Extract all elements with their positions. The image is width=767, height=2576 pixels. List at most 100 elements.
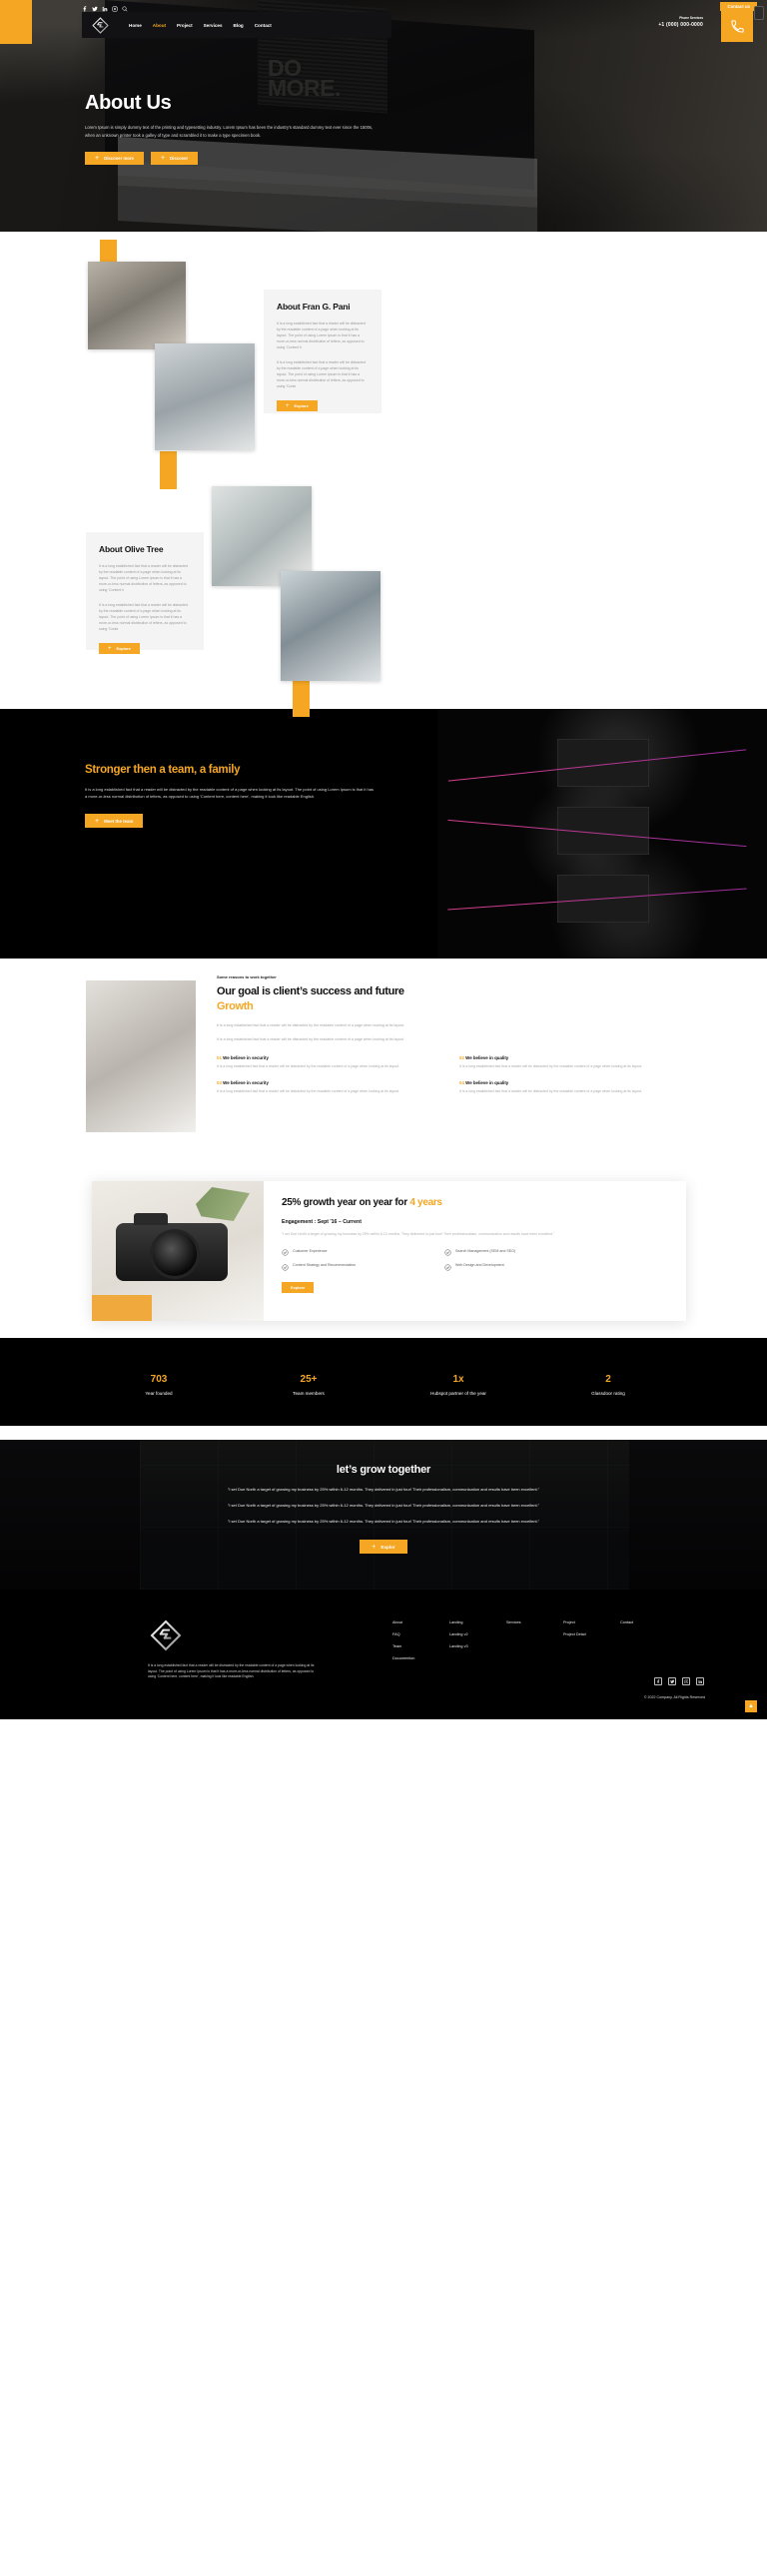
goal-item-heading: 02 We believe in quality: [459, 1055, 684, 1060]
growth-title: 25% growth year on year for 4 years: [282, 1195, 671, 1210]
nav-item-home[interactable]: Home: [129, 23, 142, 28]
about-olive-card: About Olive Tree It is a long establishe…: [86, 532, 204, 654]
nav-item-project[interactable]: Project: [177, 23, 193, 28]
growth-section: 25% growth year on year for 4 years Enga…: [0, 1173, 767, 1338]
goal-item-text: It is a long established fact that a rea…: [459, 1088, 643, 1093]
footer-link-landing-v3[interactable]: Landing v3: [449, 1644, 506, 1648]
stat-item: 703 Year founded: [84, 1374, 234, 1397]
goal-item-title: We believe in quality: [465, 1079, 509, 1085]
growth-feature: Content Strategy and Recommendation: [282, 1263, 428, 1271]
goal-item-number: 03: [217, 1079, 222, 1085]
footer-column: Landing Landing v2 Landing v3: [449, 1620, 506, 1668]
goal-item-text: It is a long established fact that a rea…: [459, 1064, 643, 1068]
tape-accent: [293, 679, 310, 717]
grow-quote: "I set Due North a target of growing my …: [227, 1519, 540, 1524]
about-olive-title: About Olive Tree: [99, 544, 164, 554]
section-divider: [0, 1426, 767, 1440]
about-fran-explore-label: Explore: [294, 403, 309, 408]
about-olive-paragraph-1: It is a long established fact that a rea…: [99, 564, 188, 592]
check-circle-icon: [282, 1249, 289, 1256]
grow-title: let’s grow together: [336, 1464, 431, 1476]
goal-paragraph-2: It is a long established fact that a rea…: [217, 1037, 404, 1041]
stat-label: Team members: [293, 1390, 325, 1396]
grow-quote: "I set Due North a target of growing my …: [227, 1503, 540, 1508]
growth-feature-label: Customer Experience: [293, 1248, 328, 1253]
goal-item-heading: 03 We believe in security: [217, 1080, 441, 1085]
footer-link-about[interactable]: About: [392, 1620, 449, 1624]
grow-explore-button[interactable]: + Explor: [360, 1540, 407, 1554]
plus-icon: +: [372, 1543, 377, 1551]
footer-link-landing-v2[interactable]: Landing v2: [449, 1632, 506, 1636]
discover-label: Discover: [170, 156, 189, 162]
about-olive-explore-label: Explore: [116, 646, 131, 651]
phone-info: Phone Services +1 (000) 000-0000: [658, 16, 703, 28]
about-page: DOMORE. Contact us: [0, 0, 767, 1719]
footer-link-landing[interactable]: Landing: [449, 1620, 506, 1624]
growth-title-accent: 4 years: [409, 1197, 442, 1208]
footer-link-faq[interactable]: FAQ: [392, 1632, 449, 1636]
about-olive-explore-button[interactable]: + Explore: [99, 643, 140, 654]
twitter-icon[interactable]: [668, 1677, 676, 1685]
growth-explore-button[interactable]: Explore: [282, 1281, 315, 1293]
footer-logo[interactable]: [150, 1619, 182, 1651]
discover-more-button[interactable]: + Discover more: [85, 152, 144, 166]
nav-item-services[interactable]: Services: [204, 23, 223, 28]
logo-mark-icon: [150, 1619, 182, 1651]
goal-item-heading: 04 We believe in quality: [459, 1080, 684, 1085]
footer-link-team[interactable]: Team: [392, 1644, 449, 1648]
grow-content: let’s grow together "I set Due North a t…: [0, 1440, 767, 1590]
goal-photo: [86, 980, 196, 1132]
hero-section: DOMORE. Contact us: [0, 0, 767, 232]
back-to-top-button[interactable]: ▲: [745, 1700, 757, 1712]
phone-label: Phone Services: [679, 16, 703, 20]
family-paragraph: It is a long established fact that a rea…: [85, 787, 374, 799]
goal-content: Some reasons to work together Our goal i…: [217, 974, 684, 1094]
growth-quote: "I set Due North a target of growing my …: [282, 1232, 555, 1236]
goal-title-accent: Growth: [217, 1000, 254, 1012]
growth-feature-label: Content Strategy and Recommendation: [293, 1263, 357, 1268]
footer-link-project-detail[interactable]: Project Detail: [563, 1632, 620, 1636]
nav-item-contact[interactable]: Contact: [255, 23, 272, 28]
family-section: Stronger then a team, a family It is a l…: [0, 709, 767, 959]
footer-link-contact[interactable]: Contact: [620, 1620, 677, 1624]
footer: It is a long established fact that a rea…: [0, 1590, 767, 1719]
family-network-image: [437, 709, 767, 959]
instagram-icon[interactable]: [682, 1677, 690, 1685]
about-fran-explore-button[interactable]: + Explore: [277, 400, 318, 411]
hero-paragraph: Lorem Ipsum is simply dummy text of the …: [85, 125, 374, 138]
stat-value: 1x: [452, 1373, 464, 1385]
growth-feature: Customer Experience: [282, 1249, 428, 1257]
gold-corner-accent: [92, 1295, 152, 1321]
goal-item: 02 We believe in quality It is a long es…: [459, 1055, 684, 1070]
plus-icon: +: [95, 817, 100, 825]
linkedin-icon[interactable]: [696, 1677, 704, 1685]
goal-item-title: We believe in quality: [465, 1055, 509, 1060]
nav-item-about[interactable]: About: [153, 23, 166, 28]
footer-column: Project Project Detail: [563, 1620, 620, 1668]
family-title-main: Stronger then a team,: [85, 764, 197, 776]
check-circle-icon: [282, 1264, 289, 1271]
footer-link-services[interactable]: Services: [506, 1620, 563, 1624]
phone-number[interactable]: +1 (000) 000-0000: [658, 22, 703, 28]
meet-the-team-button[interactable]: + Meet the team: [85, 814, 144, 829]
plus-icon: +: [108, 645, 112, 652]
brand-logo[interactable]: [87, 12, 113, 38]
footer-link-project[interactable]: Project: [563, 1620, 620, 1624]
discover-button[interactable]: + Discover: [150, 152, 199, 166]
growth-feature-label: Web Design and Development: [455, 1263, 504, 1268]
nav-item-blog[interactable]: Blog: [234, 23, 244, 28]
goal-item-number: 04: [459, 1079, 464, 1085]
footer-about-text: It is a long established fact that a rea…: [148, 1663, 315, 1679]
goal-paragraph-1: It is a long established fact that a rea…: [217, 1023, 404, 1027]
call-button[interactable]: [721, 10, 753, 42]
footer-link-documention[interactable]: Documention: [392, 1656, 449, 1660]
goal-item-text: It is a long established fact that a rea…: [217, 1088, 400, 1093]
growth-photo: [92, 1181, 264, 1321]
stat-label: Year founded: [145, 1390, 173, 1396]
grow-together-section: let’s grow together "I set Due North a t…: [0, 1440, 767, 1590]
meet-the-team-label: Meet the team: [104, 818, 134, 824]
goal-item: 04 We believe in quality It is a long es…: [459, 1080, 684, 1095]
grow-explore-label: Explor: [381, 1544, 395, 1550]
facebook-icon[interactable]: [654, 1677, 662, 1685]
stat-label: Glassdoor rating: [591, 1390, 625, 1396]
